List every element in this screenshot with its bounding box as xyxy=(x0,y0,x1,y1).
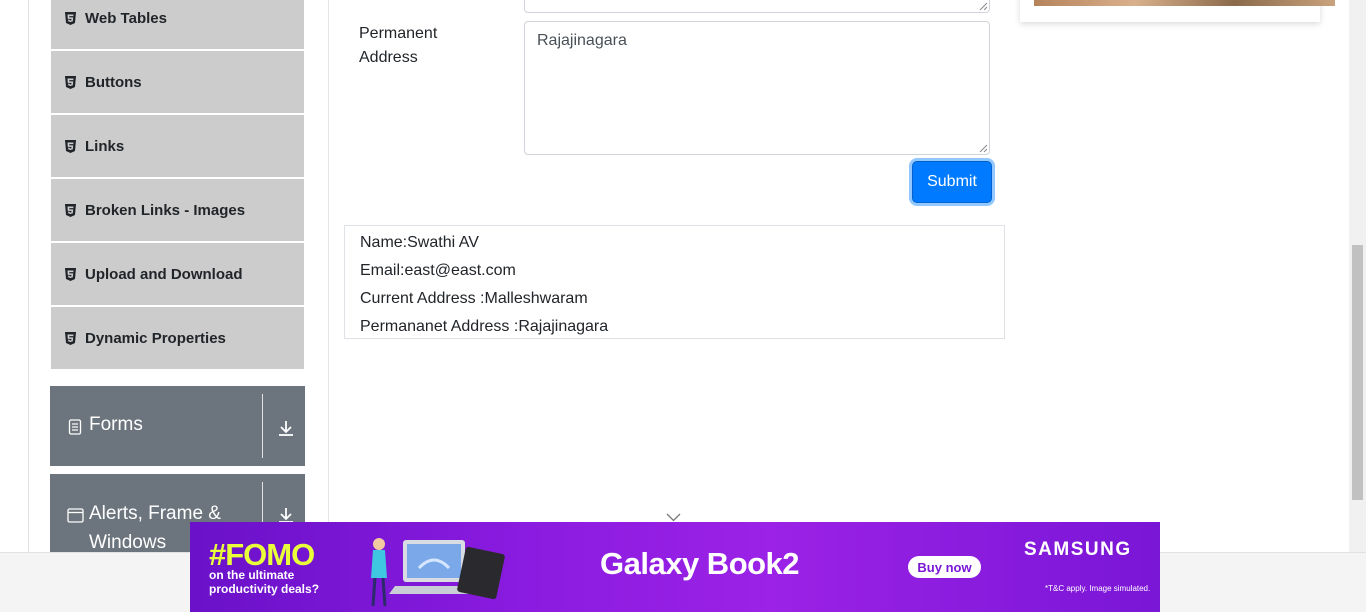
banner-subline-1: on the ultimate xyxy=(209,568,295,582)
output-email: Email:east@east.com xyxy=(360,262,516,279)
document-icon xyxy=(68,419,82,440)
output-current-address: Current Address :Malleshwaram xyxy=(360,290,588,307)
scrollbar-thumb[interactable] xyxy=(1352,245,1363,500)
buy-now-button[interactable]: Buy now xyxy=(908,556,981,578)
page: Web Tables Buttons Links Broken Links - … xyxy=(0,0,1366,612)
sidebar-item-label: Broken Links - Images xyxy=(85,201,246,219)
sidebar-item-label: Dynamic Properties xyxy=(85,329,226,347)
sidebar-item-dynamic-properties[interactable]: Dynamic Properties xyxy=(51,307,304,369)
ad-image-strip xyxy=(1034,0,1335,6)
group-separator xyxy=(262,394,263,458)
laptop-illustration-icon xyxy=(371,538,505,607)
sidebar-group-forms[interactable]: Forms xyxy=(50,386,305,466)
output-name: Name:Swathi AV xyxy=(360,234,479,251)
samsung-logo: SAMSUNG xyxy=(1024,539,1132,560)
resize-grip-icon[interactable] xyxy=(978,1,988,11)
label-line1: Permanent xyxy=(359,25,438,42)
html5-icon xyxy=(65,203,76,217)
banner-subline: on the ultimate productivity deals? xyxy=(209,568,349,596)
download-arrow-icon[interactable] xyxy=(277,419,295,442)
sidebar-group-label: Forms xyxy=(89,414,143,435)
left-gutter-line xyxy=(28,0,29,552)
sidebar-item-web-tables[interactable]: Web Tables xyxy=(51,0,304,49)
resize-grip-icon[interactable] xyxy=(978,143,988,153)
right-ad-card[interactable] xyxy=(1020,0,1335,22)
sidebar-item-buttons[interactable]: Buttons xyxy=(51,51,304,113)
sidebar-item-label: Links xyxy=(85,137,125,155)
samsung-banner-ad[interactable]: #FOMO on the ultimate productivity deals… xyxy=(190,522,1160,612)
output-box: Name:Swathi AV Email:east@east.com Curre… xyxy=(344,225,1005,339)
banner-disclaimer: *T&C apply. Image simulated. xyxy=(1045,584,1151,593)
permanent-address-label: Permanent Address xyxy=(359,22,437,70)
output-permanent-address: Permananet Address :Rajajinagara xyxy=(360,318,609,335)
current-address-textarea[interactable] xyxy=(524,0,990,13)
permanent-address-textarea[interactable]: Rajajinagara xyxy=(524,21,990,155)
html5-icon xyxy=(65,331,76,345)
sidebar-item-links[interactable]: Links xyxy=(51,115,304,177)
sidebar-divider xyxy=(328,0,329,552)
banner-subline-2: productivity deals? xyxy=(209,582,320,596)
sidebar-item-broken-links[interactable]: Broken Links - Images xyxy=(51,179,304,241)
sidebar-item-upload-download[interactable]: Upload and Download xyxy=(51,243,304,305)
html5-icon xyxy=(65,75,76,89)
banner-product: Galaxy Book2 xyxy=(600,546,800,581)
label-line2: Address xyxy=(359,49,418,66)
sidebar-item-label: Buttons xyxy=(85,73,142,91)
window-icon xyxy=(67,508,84,528)
sidebar-item-label: Web Tables xyxy=(85,9,167,27)
html5-icon xyxy=(65,139,76,153)
html5-icon xyxy=(65,267,76,281)
sidebar-item-label: Upload and Download xyxy=(85,265,243,283)
submit-button[interactable]: Submit xyxy=(912,161,992,203)
permanent-address-value: Rajajinagara xyxy=(537,32,627,49)
html5-icon xyxy=(65,11,76,25)
